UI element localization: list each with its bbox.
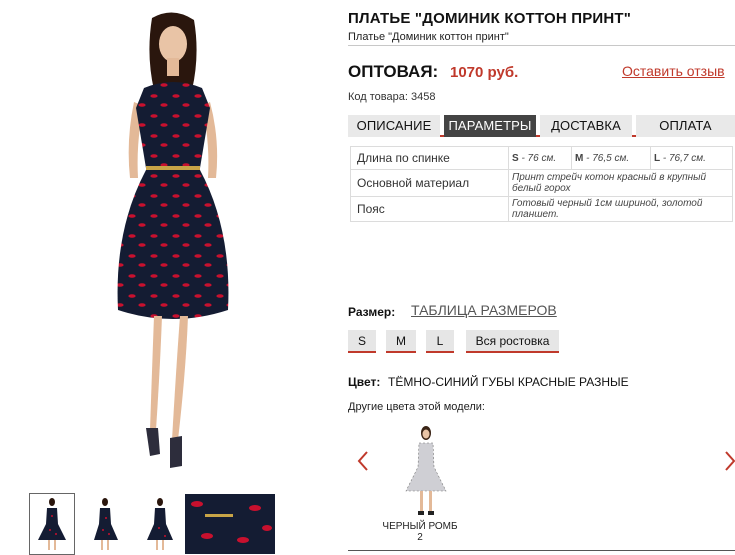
param-row-length: Длина по спинке S - 76 см. M - 76,5 см. … <box>350 146 733 170</box>
param-value: Готовый черный 1см шириной, золотой план… <box>508 196 733 222</box>
tab-delivery[interactable]: ДОСТАВКА <box>540 115 632 137</box>
tab-parameters[interactable]: ПАРАМЕТРЫ <box>444 115 536 137</box>
size-option-l[interactable]: L <box>426 330 454 353</box>
chevron-left-icon[interactable] <box>356 449 370 473</box>
param-value-l: L - 76,7 см. <box>650 146 733 170</box>
param-row-material: Основной материал Принт стрейч котон кра… <box>350 169 733 197</box>
variant-name[interactable]: ЧЕРНЫЙ РОМБ 2 <box>370 521 470 543</box>
product-sku: Код товара: 3458 <box>348 91 436 103</box>
param-name: Основной материал <box>350 169 509 197</box>
size-option-s[interactable]: S <box>348 330 376 353</box>
thumbnail-3[interactable] <box>138 494 182 554</box>
price-value: 1070 руб. <box>450 64 519 81</box>
color-label: Цвет: <box>348 375 381 389</box>
chevron-right-icon[interactable] <box>723 449 735 473</box>
tab-payment[interactable]: ОПЛАТА <box>636 115 735 137</box>
main-product-photo[interactable] <box>60 10 285 480</box>
thumbnail-1[interactable] <box>29 493 75 555</box>
product-tabs: ОПИСАНИЕ ПАРАМЕТРЫ ДОСТАВКА ОПЛАТА <box>348 115 735 137</box>
param-value-s: S - 76 см. <box>508 146 572 170</box>
product-title: ПЛАТЬЕ "ДОМИНИК КОТТОН ПРИНТ" <box>348 10 632 27</box>
divider <box>348 550 735 551</box>
leave-review-link[interactable]: Оставить отзыв <box>622 63 725 79</box>
variant-photo[interactable] <box>402 423 450 519</box>
size-option-all[interactable]: Вся ростовка <box>466 330 559 353</box>
param-name: Длина по спинке <box>350 146 509 170</box>
other-colors-label: Другие цвета этой модели: <box>348 401 485 413</box>
param-name: Пояс <box>350 196 509 222</box>
param-value-m: M - 76,5 см. <box>571 146 651 170</box>
divider <box>348 45 735 46</box>
product-subtitle: Платье "Доминик коттон принт" <box>348 31 509 43</box>
size-option-m[interactable]: M <box>386 330 416 353</box>
thumbnail-2[interactable] <box>84 494 128 554</box>
tab-description[interactable]: ОПИСАНИЕ <box>348 115 440 137</box>
variant-number: 2 <box>417 532 423 543</box>
parameters-table: Длина по спинке S - 76 см. M - 76,5 см. … <box>350 146 733 222</box>
color-value: ТЁМНО-СИНИЙ ГУБЫ КРАСНЫЕ РАЗНЫЕ <box>388 375 629 389</box>
price-label: ОПТОВАЯ: <box>348 62 439 81</box>
thumbnail-4-fabric-closeup[interactable] <box>185 494 275 554</box>
variant-name-text: ЧЕРНЫЙ РОМБ <box>382 521 458 532</box>
size-table-link[interactable]: ТАБЛИЦА РАЗМЕРОВ <box>411 302 557 318</box>
size-label: Размер: <box>348 305 396 319</box>
param-value: Принт стрейч котон красный в крупный бел… <box>508 169 733 197</box>
param-row-belt: Пояс Готовый черный 1см шириной, золотой… <box>350 196 733 222</box>
